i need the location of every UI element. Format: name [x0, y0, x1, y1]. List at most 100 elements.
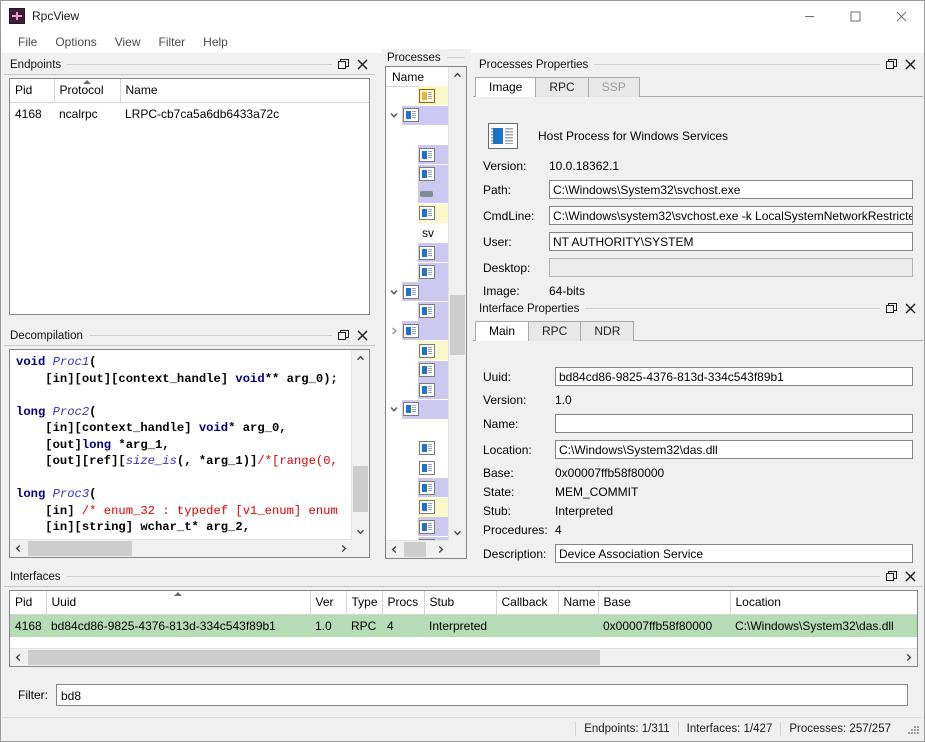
process-tree-row[interactable] — [386, 419, 449, 439]
menu-item-filter[interactable]: Filter — [150, 33, 195, 51]
tab-rpc[interactable]: RPC — [535, 77, 589, 97]
cmdline-field[interactable]: C:\Windows\system32\svchost.exe -k Local… — [549, 206, 913, 225]
scroll-thumb[interactable] — [353, 466, 368, 512]
process-tree-cell[interactable] — [418, 419, 449, 438]
process-tree-cell[interactable] — [418, 301, 449, 321]
processes-tree[interactable]: Name sv — [385, 66, 467, 559]
minimize-button[interactable] — [786, 1, 832, 31]
process-tree-row[interactable] — [386, 145, 449, 165]
process-tree-row[interactable] — [386, 517, 449, 537]
process-tree-cell[interactable] — [418, 439, 449, 458]
process-tree-row[interactable] — [386, 184, 449, 204]
process-tree-cell[interactable] — [418, 478, 449, 498]
column-header-protocol[interactable]: Protocol — [54, 79, 121, 103]
process-tree-cell[interactable] — [418, 459, 449, 478]
decompilation-vertical-scrollbar[interactable] — [351, 350, 369, 540]
endpoints-list[interactable]: Pid Protocol Name 4168 ncalrpc LRPC-cb7c… — [9, 78, 370, 315]
float-icon[interactable] — [338, 329, 350, 342]
tab-ssp[interactable]: SSP — [587, 77, 640, 97]
float-icon[interactable] — [886, 570, 898, 583]
processes-vertical-scrollbar[interactable] — [448, 67, 466, 541]
column-header-base[interactable]: Base — [598, 591, 731, 615]
scroll-left-icon[interactable] — [386, 541, 403, 558]
description-field[interactable]: Device Association Service — [555, 544, 913, 563]
process-tree-row[interactable] — [386, 243, 449, 263]
scroll-right-icon[interactable] — [335, 540, 352, 557]
column-header-name[interactable]: Name — [386, 67, 449, 87]
menu-item-file[interactable]: File — [9, 33, 46, 51]
float-icon[interactable] — [338, 58, 350, 71]
name-field[interactable] — [555, 414, 913, 433]
tab-main[interactable]: Main — [475, 321, 530, 341]
float-icon[interactable] — [886, 302, 898, 315]
process-tree-row[interactable] — [386, 203, 449, 224]
chevron-down-icon[interactable] — [386, 106, 402, 125]
close-icon[interactable] — [905, 59, 917, 71]
process-tree-row[interactable] — [386, 439, 449, 459]
menu-item-options[interactable]: Options — [46, 33, 105, 51]
process-tree-cell[interactable] — [402, 399, 449, 419]
process-tree-cell[interactable] — [418, 203, 449, 223]
process-tree-row[interactable] — [386, 478, 449, 498]
process-tree-cell[interactable] — [418, 184, 449, 204]
column-header-stub[interactable]: Stub — [424, 591, 497, 615]
process-tree-cell[interactable] — [418, 243, 449, 263]
process-tree-row[interactable] — [386, 282, 449, 302]
chevron-down-icon[interactable] — [386, 400, 402, 419]
scroll-thumb[interactable] — [404, 542, 426, 557]
column-header-location[interactable]: Location — [730, 591, 917, 615]
desktop-field[interactable] — [549, 258, 913, 277]
filter-input[interactable]: bd8 — [56, 684, 908, 706]
decompilation-code-view[interactable]: void Proc1( [in][out][context_handle] vo… — [9, 349, 370, 558]
process-tree-row[interactable] — [386, 262, 449, 282]
process-tree-row[interactable] — [386, 105, 449, 126]
process-tree-row[interactable]: sv — [386, 223, 449, 243]
close-icon[interactable] — [905, 571, 917, 583]
process-tree-row[interactable] — [386, 164, 449, 184]
column-header-procs[interactable]: Procs — [382, 591, 425, 615]
close-icon[interactable] — [357, 59, 369, 71]
interfaces-horizontal-scrollbar[interactable] — [10, 648, 917, 666]
menu-item-help[interactable]: Help — [194, 33, 237, 51]
interfaces-list[interactable]: Pid Uuid Ver Type Procs Stub Callback Na… — [9, 590, 918, 667]
table-row[interactable]: 4168 ncalrpc LRPC-cb7ca5a6db6433a72c — [10, 103, 369, 126]
process-tree-cell[interactable] — [418, 517, 449, 537]
processes-horizontal-scrollbar[interactable] — [386, 540, 449, 558]
column-header-type[interactable]: Type — [346, 591, 383, 615]
process-tree-row[interactable] — [386, 380, 449, 400]
process-tree-row[interactable] — [386, 458, 449, 478]
close-button[interactable] — [878, 1, 924, 31]
scroll-left-icon[interactable] — [10, 540, 27, 557]
process-tree-cell[interactable] — [402, 321, 449, 341]
decompilation-horizontal-scrollbar[interactable] — [10, 539, 352, 557]
tab-ndr[interactable]: NDR — [580, 321, 635, 341]
column-header-callback[interactable]: Callback — [496, 591, 559, 615]
process-tree-cell[interactable] — [418, 86, 449, 106]
process-tree-cell[interactable] — [418, 380, 449, 400]
scroll-right-icon[interactable] — [900, 649, 917, 666]
process-tree-row[interactable] — [386, 86, 449, 106]
scroll-up-icon[interactable] — [352, 350, 369, 367]
process-tree-row[interactable] — [386, 399, 449, 420]
process-tree-cell[interactable] — [402, 282, 449, 302]
close-icon[interactable] — [905, 303, 917, 315]
menu-item-view[interactable]: View — [106, 33, 150, 51]
process-tree-cell[interactable] — [418, 145, 449, 165]
column-header-pid[interactable]: Pid — [10, 79, 55, 103]
scroll-left-icon[interactable] — [10, 649, 27, 666]
path-field[interactable]: C:\Windows\System32\svchost.exe — [549, 180, 913, 199]
process-tree-cell[interactable] — [418, 262, 449, 282]
process-tree-row[interactable] — [386, 321, 449, 341]
user-field[interactable]: NT AUTHORITY\SYSTEM — [549, 232, 913, 251]
tab-image[interactable]: Image — [475, 77, 537, 97]
column-header-name[interactable]: Name — [120, 79, 369, 103]
process-tree-cell[interactable] — [402, 105, 449, 125]
scroll-thumb[interactable] — [450, 295, 465, 355]
process-tree-row[interactable] — [386, 497, 449, 517]
uuid-field[interactable]: bd84cd86-9825-4376-813d-334c543f89b1 — [555, 367, 913, 386]
process-tree-cell[interactable]: sv — [418, 223, 449, 242]
process-tree-cell[interactable] — [418, 497, 449, 517]
column-header-ver[interactable]: Ver — [310, 591, 347, 615]
maximize-button[interactable] — [832, 1, 878, 31]
scroll-down-icon[interactable] — [352, 523, 369, 540]
